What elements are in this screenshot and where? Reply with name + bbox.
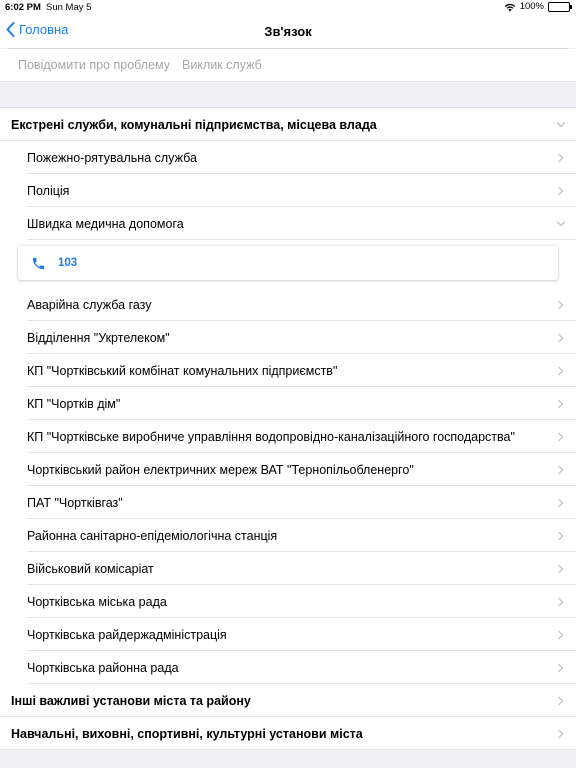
list-item[interactable]: Військовий комісаріат (0, 552, 576, 585)
ambulance-phone-container: 103 (0, 240, 576, 288)
list-item[interactable]: Чортківський район електричних мереж ВАТ… (0, 453, 576, 486)
list-item[interactable]: КП "Чортківський комбінат комунальних пі… (0, 354, 576, 387)
list-item-label: Чортківський район електричних мереж ВАТ… (27, 462, 414, 477)
list-item-label: Чортківська міська рада (27, 594, 167, 609)
page-title: Зв'язок (264, 24, 312, 39)
battery-icon (548, 1, 572, 12)
list-item-fire-rescue[interactable]: Пожежно-рятувальна служба (0, 141, 576, 174)
chevron-right-icon (558, 366, 564, 375)
list-item-label: КП "Чортківське виробниче управління вод… (27, 429, 515, 444)
chevron-right-icon (558, 300, 564, 309)
status-bar: 6:02 PM Sun May 5 100% (0, 0, 576, 15)
ambulance-phone-card[interactable]: 103 (18, 246, 558, 280)
chevron-right-icon (558, 333, 564, 342)
list-item[interactable]: Чортківська районна рада (0, 651, 576, 684)
status-date: Sun May 5 (46, 2, 92, 13)
toolbar: Повідомити про проблему Виклик служб (0, 49, 576, 81)
chevron-right-icon (558, 498, 564, 507)
chevron-right-icon (558, 531, 564, 540)
status-right: 100% (504, 1, 572, 12)
list-item-label: КП "Чортків дім" (27, 396, 121, 411)
list-item-label: Пожежно-рятувальна служба (27, 150, 197, 165)
list-item-label: Відділення "Укртелеком" (27, 330, 170, 345)
status-time: 6:02 PM (5, 2, 41, 13)
list-item-label: Швидка медична допомога (27, 216, 184, 231)
list-item[interactable]: КП "Чортківське виробниче управління вод… (0, 420, 576, 453)
call-services-button[interactable]: Виклик служб (182, 58, 262, 72)
chevron-right-icon (558, 696, 564, 705)
section-emergency[interactable]: Екстрені служби, комунальні підприємства… (0, 108, 576, 141)
report-problem-button[interactable]: Повідомити про проблему (18, 58, 170, 72)
list-item-label: Чортківська районна рада (27, 660, 179, 675)
list-item-label: Аварійна служба газу (27, 297, 152, 312)
phone-icon (32, 257, 45, 269)
section-label: Інші важливі установи міста та району (11, 693, 251, 708)
list-item[interactable]: Чортківська райдержадміністрація (0, 618, 576, 651)
chevron-right-icon (558, 630, 564, 639)
services-list: Екстрені служби, комунальні підприємства… (0, 107, 576, 750)
list-item[interactable]: Районна санітарно-епідеміологічна станці… (0, 519, 576, 552)
list-item[interactable]: Аварійна служба газу (0, 288, 576, 321)
list-item-label: Військовий комісаріат (27, 561, 154, 576)
list-item[interactable]: Чортківська міська рада (0, 585, 576, 618)
chevron-right-icon (558, 729, 564, 738)
section-educational-institutions[interactable]: Навчальні, виховні, спортивні, культурні… (0, 717, 576, 750)
chevron-right-icon (558, 663, 564, 672)
list-item-label: ПАТ "Чортківгаз" (27, 495, 123, 510)
chevron-right-icon (558, 186, 564, 195)
chevron-right-icon (558, 399, 564, 408)
chevron-down-icon (556, 121, 566, 127)
section-label: Навчальні, виховні, спортивні, культурні… (11, 726, 363, 741)
chevron-right-icon (558, 465, 564, 474)
list-item[interactable]: Відділення "Укртелеком" (0, 321, 576, 354)
list-item[interactable]: ПАТ "Чортківгаз" (0, 486, 576, 519)
phone-number: 103 (58, 257, 78, 269)
wifi-icon (504, 3, 515, 11)
toolbar-divider (0, 81, 576, 82)
battery-percent: 100% (519, 1, 544, 12)
chevron-right-icon (558, 153, 564, 162)
list-item-police[interactable]: Поліція (0, 174, 576, 207)
list-item-label: КП "Чортківський комбінат комунальних пі… (27, 363, 338, 378)
navigation-bar: Головна Зв'язок (0, 15, 576, 48)
list-item-label: Районна санітарно-епідеміологічна станці… (27, 528, 278, 543)
section-other-institutions[interactable]: Інші важливі установи міста та району (0, 684, 576, 717)
chevron-right-icon (558, 564, 564, 573)
list-item-label: Поліція (27, 183, 70, 198)
list-item[interactable]: КП "Чортків дім" (0, 387, 576, 420)
chevron-right-icon (558, 597, 564, 606)
chevron-down-icon (556, 220, 566, 226)
section-label: Екстрені служби, комунальні підприємства… (11, 117, 377, 132)
service-items: Аварійна служба газу Відділення "Укртелек… (0, 288, 576, 684)
chevron-right-icon (558, 432, 564, 441)
list-item-label: Чортківська райдержадміністрація (27, 627, 227, 642)
list-item-ambulance[interactable]: Швидка медична допомога (0, 207, 576, 240)
